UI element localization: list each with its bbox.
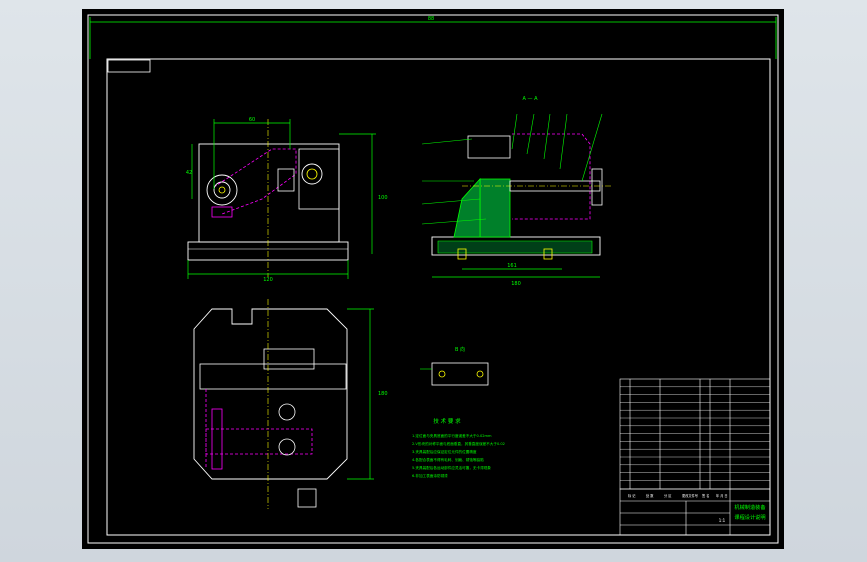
- section-view: A — A 161 180: [421, 96, 612, 287]
- front-clamp-block: [298, 148, 340, 210]
- plan-bolt: [211, 408, 223, 470]
- front-dim-height: 42: [186, 170, 192, 176]
- title-footer-5: 年 月 日: [716, 493, 728, 498]
- section-view-label: A — A: [522, 96, 538, 102]
- note-item: 6.非加工表面涂防锈漆: [412, 473, 448, 478]
- front-dim-bottom: 120: [263, 277, 273, 283]
- front-view: 60 42 100 120: [186, 117, 388, 283]
- plan-hole-2: [278, 438, 296, 456]
- title-footer-2: 分 区: [664, 493, 672, 498]
- title-footer-1: 处 数: [646, 493, 654, 498]
- title-footer-3: 更改文件号: [682, 493, 698, 498]
- section-leaders: [421, 113, 603, 225]
- front-bolt-1: [211, 206, 233, 218]
- front-dim-width: 60: [249, 117, 255, 123]
- inner-frame: [106, 58, 771, 536]
- title-line-1: 机械制造装备: [734, 503, 766, 511]
- front-nut-circle: [301, 163, 323, 185]
- section-hidden-block: [512, 133, 591, 220]
- section-support-arm: [453, 177, 481, 238]
- technical-notes: 技 术 要 求 1.定位面与夹具底面的平行度误差不大于0.02mm 2.V形块的…: [412, 417, 505, 478]
- note-item: 1.定位面与夹具底面的平行度误差不大于0.02mm: [412, 433, 492, 438]
- section-base-hatch: [437, 240, 593, 254]
- front-workpiece-hole: [218, 186, 226, 194]
- section-nut: [591, 168, 603, 206]
- section-dim-inner: 161: [507, 263, 517, 269]
- drawing-svg: 88 60 42 100 120 A — A 161 180 180 B 向 技…: [87, 14, 779, 544]
- plan-block: [263, 348, 315, 370]
- detail-hole-2: [476, 370, 484, 378]
- plan-view: 180: [193, 299, 388, 509]
- corner-tag: [107, 59, 151, 73]
- detail-plate: [431, 362, 489, 386]
- front-nut-inner: [306, 168, 318, 180]
- plan-top-rail: [199, 363, 347, 390]
- top-dimension: [89, 17, 777, 59]
- detail-hole-1: [438, 370, 446, 378]
- plan-dim-height: 180: [378, 391, 388, 397]
- section-top-block: [467, 135, 511, 159]
- title-line-2: 课程设计说明: [734, 513, 765, 521]
- plan-outline: [193, 308, 348, 480]
- section-dims: [432, 268, 600, 278]
- note-item: 3.夹具装配后应保证定位元件的位置精度: [412, 449, 477, 454]
- front-dim-tall: 100: [378, 195, 388, 201]
- section-dim-overall: 180: [511, 281, 521, 287]
- title-footer-4: 签 名: [702, 493, 709, 498]
- drawing-canvas[interactable]: 88 60 42 100 120 A — A 161 180 180 B 向 技…: [82, 9, 784, 549]
- note-item: 5.夹具装配后各运动部件应灵活可靠，无卡滞现象: [412, 465, 491, 470]
- plan-hole-1: [278, 403, 296, 421]
- plan-dims: [347, 308, 374, 480]
- front-workpiece-inner: [213, 181, 231, 199]
- note-item: 4.各配合表面不得有毛刺、划痕、锈蚀等缺陷: [412, 457, 484, 462]
- cad-viewport: 88 60 42 100 120 A — A 161 180 180 B 向 技…: [0, 0, 867, 562]
- front-workpiece-circle: [206, 174, 238, 206]
- top-dimension-label: 88: [428, 16, 434, 22]
- front-small-part: [277, 168, 295, 192]
- title-footer-0: 标 记: [628, 493, 636, 498]
- plan-bottom-nut: [297, 488, 317, 508]
- notes-heading: 技 术 要 求: [433, 417, 461, 425]
- outer-frame: [87, 14, 779, 544]
- scale-label: 1:1: [719, 518, 726, 523]
- front-body: [198, 143, 340, 243]
- section-support: [479, 178, 511, 238]
- detail-view-label: B 向: [455, 346, 465, 353]
- parts-list-rows: [620, 386, 770, 481]
- detail-view: B 向: [420, 346, 489, 386]
- note-item: 2.V形块的对称平面与底面垂直，其垂直度误差不大于0.02: [412, 441, 505, 446]
